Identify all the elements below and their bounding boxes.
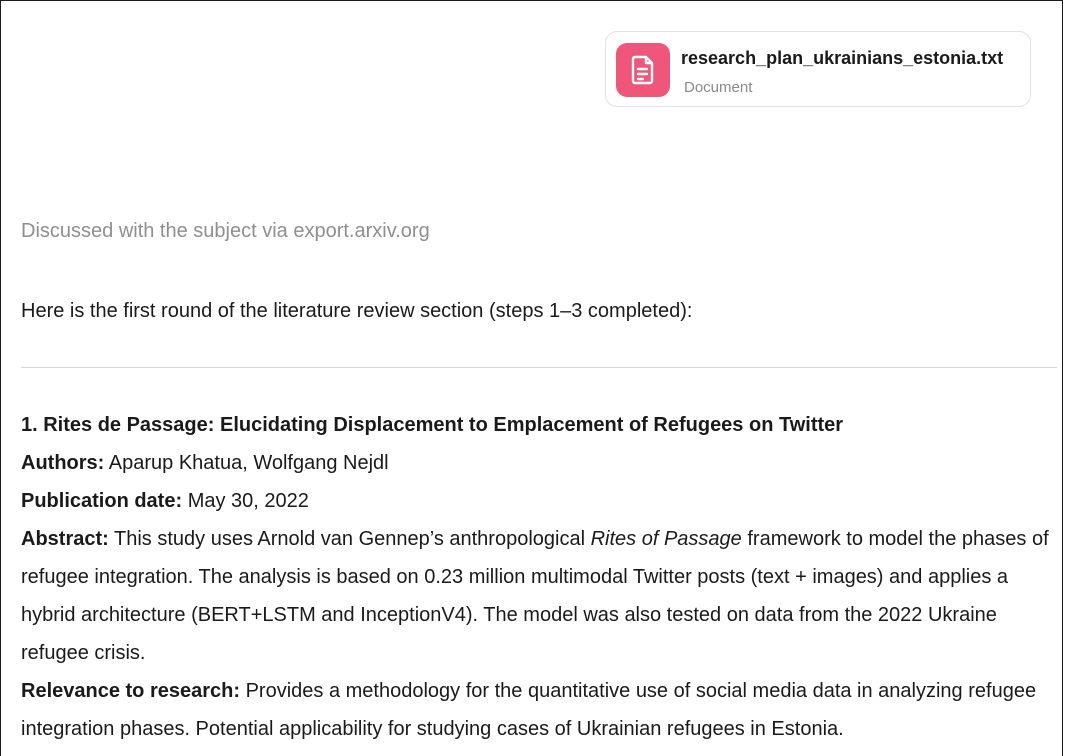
abstract-italic-title: Rites of Passage [590, 528, 742, 550]
literature-entry: 1. Rites de Passage: Elucidating Displac… [21, 406, 1057, 748]
divider [21, 367, 1057, 368]
entry-date: Publication date: May 30, 2022 [21, 482, 1057, 520]
entry-abstract: Abstract: This study uses Arnold van Gen… [21, 520, 1057, 672]
tool-status-text: Discussed with the subject via export.ar… [21, 220, 430, 242]
authors-value: Aparup Khatua, Wolfgang Nejdl [108, 452, 389, 474]
authors-label: Authors: [21, 452, 105, 474]
entry-relevance: Relevance to research: Provides a method… [21, 672, 1057, 748]
chat-message-area: research_plan_ukrainians_estonia.txt Doc… [0, 0, 1063, 756]
attachment-type: Document [684, 79, 753, 96]
date-label: Publication date: [21, 490, 183, 512]
attachment-filename: research_plan_ukrainians_estonia.txt [681, 48, 1004, 68]
response-intro: Here is the first round of the literatur… [21, 300, 693, 322]
entry-authors: Authors: Aparup Khatua, Wolfgang Nejdl [21, 444, 1057, 482]
abstract-text-start: This study uses Arnold van Gennep’s anth… [114, 528, 586, 550]
document-icon-glyph [631, 55, 654, 85]
file-attachment-card[interactable]: research_plan_ukrainians_estonia.txt Doc… [605, 31, 1031, 107]
entry-title: 1. Rites de Passage: Elucidating Displac… [21, 414, 844, 436]
abstract-label: Abstract: [21, 528, 109, 550]
relevance-label: Relevance to research: [21, 680, 241, 702]
document-icon [616, 43, 670, 97]
date-value: May 30, 2022 [187, 490, 309, 512]
